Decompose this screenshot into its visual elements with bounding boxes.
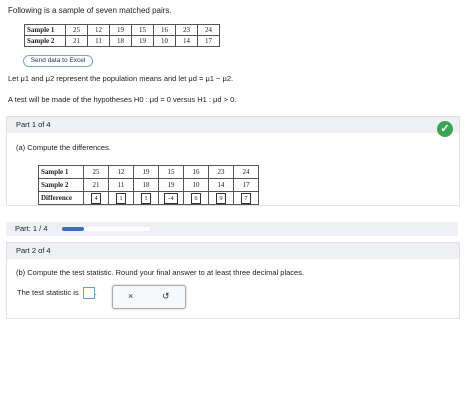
intro-text: Following is a sample of seven matched p… (8, 6, 172, 15)
progress-label: Part: 1 / 4 (15, 224, 48, 233)
table-cell: 19 (133, 165, 159, 179)
table-cell: 15 (158, 165, 184, 179)
part1-panel: Part 1 of 4 ✓ (a) Compute the difference… (6, 116, 460, 206)
table-cell: 21 (83, 178, 109, 192)
table-cell: 1 (133, 191, 159, 205)
part2-header: Part 2 of 4 (7, 243, 459, 259)
table-cell: 17 (197, 35, 220, 47)
table-cell: 12 (108, 165, 134, 179)
period-text: . (94, 287, 97, 297)
table-cell: 14 (208, 178, 234, 192)
row-label: Sample 2 (24, 35, 66, 47)
table-cell: 11 (108, 178, 134, 192)
difference-input[interactable]: 9 (216, 192, 226, 204)
part2-prompt: (b) Compute the test statistic. Round yo… (16, 268, 305, 277)
answer-label: The test statistic is (17, 287, 79, 297)
clear-icon[interactable]: × (128, 291, 133, 301)
difference-input[interactable]: -4 (164, 192, 178, 204)
table-cell: 23 (175, 24, 198, 36)
table-cell: 25 (83, 165, 109, 179)
table-cell: 18 (133, 178, 159, 192)
part2-panel: Part 2 of 4 (b) Compute the test statist… (6, 242, 460, 319)
check-icon: ✓ (437, 121, 453, 137)
difference-input[interactable]: 6 (191, 192, 201, 204)
row-label: Sample 1 (38, 165, 84, 179)
part1-header: Part 1 of 4 (7, 117, 459, 133)
table-cell: 4 (83, 191, 109, 205)
test-statistic-input[interactable] (82, 287, 95, 299)
table-cell: 18 (109, 35, 132, 47)
table-cell: 21 (65, 35, 88, 47)
table-cell: 12 (87, 24, 110, 36)
table-cell: 10 (153, 35, 176, 47)
table-cell: 25 (65, 24, 88, 36)
table-cell: 6 (183, 191, 209, 205)
table-row: Sample 1 25 12 19 15 16 23 24 (38, 165, 259, 179)
table-cell: 16 (183, 165, 209, 179)
difference-input[interactable]: 7 (241, 192, 251, 204)
answer-toolbox: × ↺ (112, 285, 186, 309)
table-cell: 19 (158, 178, 184, 192)
row-label: Sample 2 (38, 178, 84, 192)
table-cell: 7 (233, 191, 259, 205)
table-cell: 19 (109, 24, 132, 36)
table-row: Sample 2 21 11 18 19 10 14 17 (38, 178, 259, 192)
progress-fill (62, 227, 84, 231)
table-cell: 9 (208, 191, 234, 205)
table-cell: 16 (153, 24, 176, 36)
table-row: Sample 2 21 11 18 19 10 14 17 (24, 35, 220, 47)
table-cell: 19 (131, 35, 154, 47)
table-cell: 24 (197, 24, 220, 36)
difference-input[interactable]: 4 (91, 192, 101, 204)
table-cell: 1 (108, 191, 134, 205)
undo-icon[interactable]: ↺ (162, 291, 170, 302)
differences-table: Sample 1 25 12 19 15 16 23 24 Sample 2 2… (38, 165, 259, 205)
row-label: Sample 1 (24, 24, 66, 36)
answer-row: The test statistic is . (17, 287, 97, 299)
definition-text: Let μ1 and μ2 represent the population m… (8, 74, 234, 83)
data-table: Sample 1 25 12 19 15 16 23 24 Sample 2 2… (24, 24, 220, 47)
table-cell: 14 (175, 35, 198, 47)
table-cell: 23 (208, 165, 234, 179)
table-cell: 10 (183, 178, 209, 192)
table-cell: 15 (131, 24, 154, 36)
progress-bar: Part: 1 / 4 (6, 222, 458, 236)
row-label: Difference (38, 191, 84, 205)
difference-input[interactable]: 1 (141, 192, 151, 204)
table-cell: 17 (233, 178, 259, 192)
table-cell: -4 (158, 191, 184, 205)
difference-input[interactable]: 1 (116, 192, 126, 204)
hypotheses-text: A test will be made of the hypotheses H0… (8, 95, 237, 104)
send-to-excel-button[interactable]: Send data to Excel (23, 55, 93, 67)
table-row: Difference 4 1 1 -4 6 9 7 (38, 191, 259, 205)
table-row: Sample 1 25 12 19 15 16 23 24 (24, 24, 220, 36)
table-cell: 24 (233, 165, 259, 179)
progress-track (62, 227, 150, 231)
table-cell: 11 (87, 35, 110, 47)
part1-prompt: (a) Compute the differences. (16, 143, 111, 152)
